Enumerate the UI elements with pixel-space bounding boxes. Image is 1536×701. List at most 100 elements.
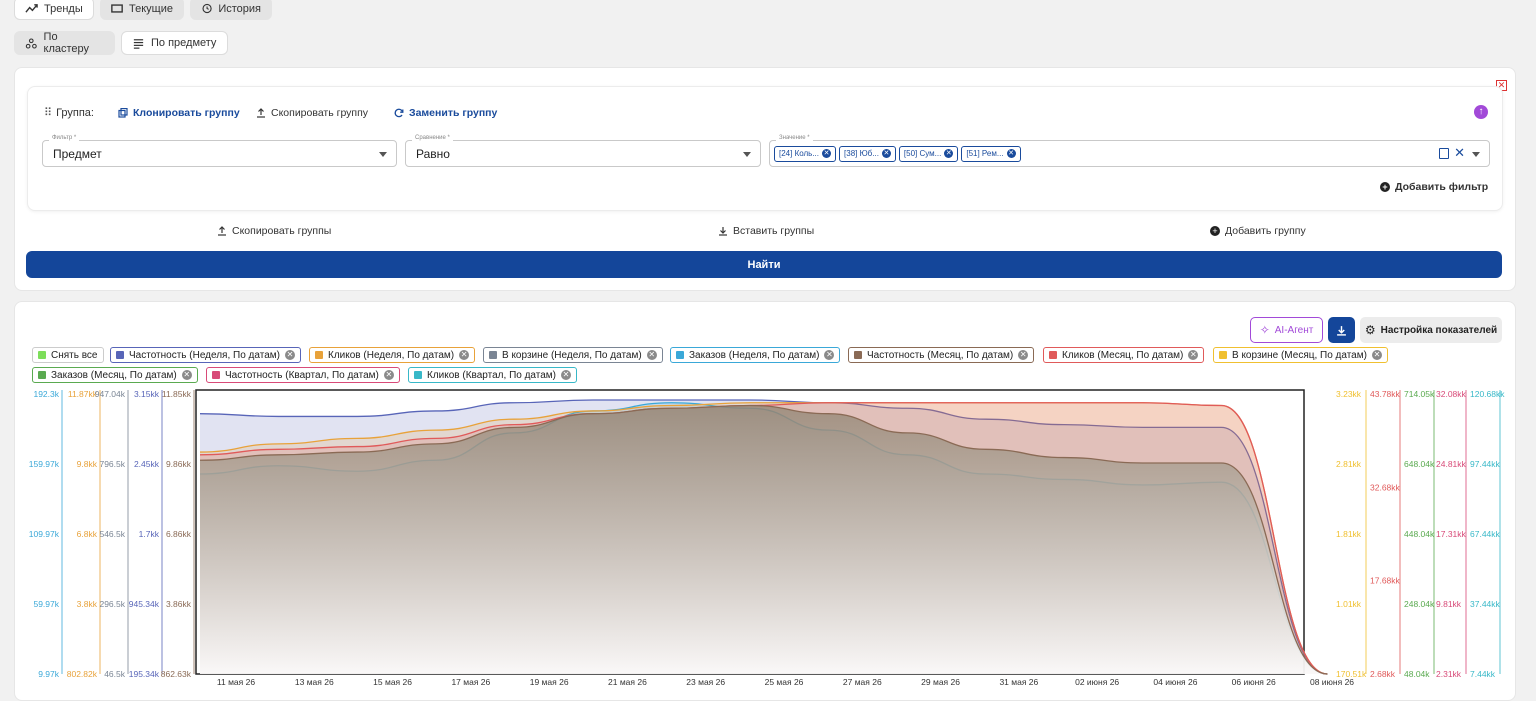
left-axis-tick-label: 9.8kk: [77, 459, 98, 469]
remove-chip-icon[interactable]: ✕: [822, 149, 832, 158]
copy-groups-button[interactable]: Скопировать группы: [217, 225, 331, 237]
right-axis-tick-label: 17.68kk: [1370, 576, 1401, 586]
chevron-down-icon: [379, 152, 387, 157]
right-axis-tick-label: 1.81kk: [1336, 529, 1362, 539]
tab-label: История: [218, 2, 261, 15]
value-chip[interactable]: [24] Коль... ✕: [774, 145, 837, 162]
comparison-value: Равно: [416, 146, 450, 161]
right-axis-tick-label: 3.23kk: [1336, 389, 1362, 399]
legend-item[interactable]: Заказов (Месяц, По датам) ✕: [32, 367, 198, 383]
right-axis-tick-label: 248.04k: [1404, 599, 1435, 609]
remove-series-icon[interactable]: ✕: [824, 350, 835, 360]
remove-chip-icon[interactable]: ✕: [1006, 149, 1016, 158]
legend-swatch: [38, 351, 46, 359]
remove-series-icon[interactable]: ✕: [1371, 350, 1382, 360]
clone-group-button[interactable]: Клонировать группу: [118, 107, 240, 119]
legend-swatch: [854, 351, 862, 359]
sparkle-icon: ✧: [1259, 323, 1270, 337]
legend-item[interactable]: В корзине (Месяц, По датам) ✕: [1213, 347, 1388, 363]
tab-by-cluster[interactable]: По кластеру: [14, 31, 115, 55]
right-axis-tick-label: 97.44kk: [1470, 459, 1501, 469]
left-axis-tick-label: 296.5k: [99, 599, 125, 609]
copy-group-button[interactable]: Скопировать группу: [256, 107, 368, 119]
left-axis-tick-label: 192.3k: [33, 389, 59, 399]
remove-series-icon[interactable]: ✕: [646, 350, 657, 360]
right-axis-tick-label: 1.01kk: [1336, 599, 1362, 609]
left-axis-tick-label: 2.45kk: [134, 459, 160, 469]
value-chip[interactable]: [51] Рем... ✕: [961, 145, 1021, 162]
left-axis-tick-label: 9.97k: [38, 669, 60, 679]
legend-swatch: [315, 351, 323, 359]
legend-item[interactable]: В корзине (Неделя, По датам) ✕: [483, 347, 663, 363]
left-axis-tick-label: 59.97k: [33, 599, 59, 609]
drag-handle-icon[interactable]: ⠿: [44, 106, 52, 119]
right-axis-tick-label: 43.78kk: [1370, 389, 1401, 399]
x-tick-label: 08 июня 26: [1310, 677, 1354, 686]
value-chip[interactable]: [50] Сум... ✕: [898, 145, 959, 162]
tab-label: Текущие: [129, 2, 173, 15]
collapse-group-button[interactable]: ↑: [1474, 105, 1488, 119]
right-axis-tick-label: 17.31kk: [1436, 529, 1467, 539]
multi-axis-area-chart[interactable]: 192.3k 159.97k 109.97k 59.97k 9.97k 11.87kk 9.…: [0, 386, 1536, 686]
left-axis-tick-label: 796.5k: [99, 459, 125, 469]
filter-select[interactable]: Фильтр * Предмет: [42, 135, 397, 167]
trend-icon: [25, 4, 38, 13]
tab-trends[interactable]: Тренды: [14, 0, 94, 20]
legend-item[interactable]: Частотность (Месяц, По датам) ✕: [848, 347, 1035, 363]
x-tick-label: 27 мая 26: [843, 677, 882, 686]
download-chart-button[interactable]: [1328, 317, 1355, 343]
x-tick-label: 11 мая 26: [217, 677, 255, 686]
paste-groups-button[interactable]: Вставить группы: [718, 225, 814, 237]
left-axis-tick-label: 109.97k: [29, 529, 60, 539]
remove-chip-icon[interactable]: ✕: [944, 149, 954, 158]
find-button[interactable]: Найти: [26, 251, 1502, 278]
legend-swatch: [1049, 351, 1057, 359]
chevron-down-icon: [743, 152, 751, 157]
remove-series-icon[interactable]: ✕: [383, 370, 394, 380]
remove-chip-icon[interactable]: ✕: [881, 149, 891, 158]
value-chip[interactable]: [38] Юб... ✕: [839, 145, 896, 162]
ai-agent-button[interactable]: ✧ AI-Агент: [1250, 317, 1323, 343]
legend-swatch: [1219, 351, 1227, 359]
legend-item[interactable]: Кликов (Неделя, По датам) ✕: [309, 347, 476, 363]
remove-series-icon[interactable]: ✕: [561, 370, 572, 380]
values-multiselect[interactable]: Значение * [24] Коль... ✕ [38] Юб... ✕ [50…: [769, 135, 1490, 167]
left-axis-tick-label: 11.85kk: [162, 389, 192, 399]
tab-current[interactable]: Текущие: [100, 0, 184, 20]
copy-icon: [118, 108, 128, 118]
right-axis-tick-label: 67.44kk: [1470, 529, 1501, 539]
remove-series-icon[interactable]: ✕: [1188, 350, 1199, 360]
tab-history[interactable]: История: [190, 0, 272, 20]
left-axis-tick-label: 3.86kk: [166, 599, 192, 609]
plus-circle-icon: +: [1380, 182, 1390, 192]
right-axis-tick-label: 37.44kk: [1470, 599, 1501, 609]
replace-group-button[interactable]: Заменить группу: [394, 107, 497, 119]
download-icon: [1337, 325, 1346, 336]
remove-series-icon[interactable]: ✕: [459, 350, 470, 360]
clear-values-icon[interactable]: ✕: [1454, 145, 1465, 161]
remove-series-icon[interactable]: ✕: [181, 370, 192, 380]
legend-item[interactable]: Кликов (Квартал, По датам) ✕: [408, 367, 578, 383]
left-axis-tick-label: 195.34k: [129, 669, 160, 679]
left-axis-tick-label: 3.15kk: [134, 389, 160, 399]
left-axis-tick-label: 546.5k: [99, 529, 125, 539]
metrics-settings-button[interactable]: ⚙ Настройка показателей: [1360, 317, 1502, 343]
comparison-select[interactable]: Сравнение * Равно: [405, 135, 761, 167]
copy-values-icon[interactable]: [1439, 148, 1449, 159]
group-card: ⠿ Группа: Клонировать группу Скопировать…: [27, 86, 1503, 211]
tab-label: По кластеру: [43, 31, 90, 55]
tab-by-subject[interactable]: По предмету: [121, 31, 228, 55]
legend-clear-all[interactable]: Снять все: [32, 347, 104, 363]
remove-series-icon[interactable]: ✕: [1018, 350, 1029, 360]
legend-item[interactable]: Заказов (Неделя, По датам) ✕: [670, 347, 841, 363]
x-tick-label: 02 июня 26: [1075, 677, 1119, 686]
legend-item[interactable]: Кликов (Месяц, По датам) ✕: [1043, 347, 1205, 363]
remove-series-icon[interactable]: ✕: [284, 350, 295, 360]
x-tick-label: 17 мая 26: [451, 677, 490, 686]
add-group-button[interactable]: + Добавить группу: [1210, 225, 1306, 237]
right-axis-tick-label: 2.68kk: [1370, 669, 1396, 679]
add-filter-button[interactable]: + Добавить фильтр: [1380, 181, 1488, 193]
left-axis-tick-label: 11.87kk: [68, 389, 98, 399]
legend-item[interactable]: Частотность (Квартал, По датам) ✕: [206, 367, 400, 383]
legend-item[interactable]: Частотность (Неделя, По датам) ✕: [110, 347, 301, 363]
